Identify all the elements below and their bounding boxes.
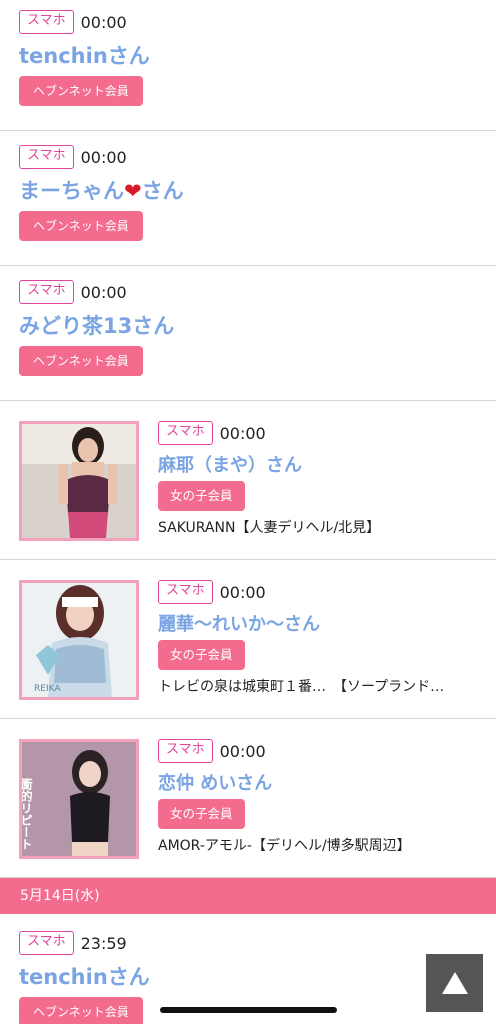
shop-link[interactable]: SAKURANN【人妻デリヘル/北見】 xyxy=(158,517,480,537)
heart-icon: ❤ xyxy=(124,179,142,203)
visitor-name-link[interactable]: まーちゃん❤さん xyxy=(19,175,184,205)
profile-thumbnail[interactable] xyxy=(19,421,139,541)
visitor-name-link[interactable]: 麗華〜れいか〜さん xyxy=(158,610,320,636)
visitor-entry: スマホ 00:00 麻耶（まや）さん 女の子会員 SAKURANN【人妻デリヘル… xyxy=(0,401,496,560)
home-indicator xyxy=(160,1007,337,1013)
visit-time: 00:00 xyxy=(80,147,127,167)
name-suffix: さん xyxy=(141,179,184,203)
member-badge: ヘブンネット会員 xyxy=(19,346,143,376)
member-badge: ヘブンネット会員 xyxy=(19,76,143,106)
device-badge: スマホ xyxy=(19,931,74,955)
visit-time: 00:00 xyxy=(219,741,266,761)
visit-time: 00:00 xyxy=(219,582,266,602)
thumb-logo-text: REIKA xyxy=(34,684,61,694)
visit-time: 00:00 xyxy=(80,282,127,302)
visitor-name-link[interactable]: tenchinさん xyxy=(19,40,150,70)
visitor-name-link[interactable]: 恋仲 めいさん xyxy=(158,769,272,795)
member-badge: ヘブンネット会員 xyxy=(19,997,143,1024)
visitor-entry: スマホ 00:00 みどり茶13さん ヘブンネット会員 xyxy=(0,266,496,401)
visit-time: 23:59 xyxy=(80,933,127,953)
badge-line: スマホ 00:00 xyxy=(19,145,127,169)
profile-photo-icon: 衝的リピート xyxy=(22,742,136,856)
device-badge: スマホ xyxy=(19,145,74,169)
scroll-to-top-button[interactable] xyxy=(426,954,483,1012)
visitor-entry: スマホ 00:00 まーちゃん❤さん ヘブンネット会員 xyxy=(0,131,496,266)
member-badge: 女の子会員 xyxy=(158,640,245,670)
name-text: まーちゃん xyxy=(19,179,124,203)
device-badge: スマホ xyxy=(158,739,213,763)
date-header: 5月14日(水) xyxy=(0,878,496,914)
profile-photo-icon: REIKA xyxy=(22,583,136,697)
member-badge: 女の子会員 xyxy=(158,799,245,829)
device-badge: スマホ xyxy=(19,10,74,34)
badge-line: スマホ 00:00 xyxy=(158,739,266,763)
visit-time: 00:00 xyxy=(219,423,266,443)
profile-thumbnail[interactable]: 衝的リピート xyxy=(19,739,139,859)
badge-line: スマホ 00:00 xyxy=(19,280,127,304)
profile-thumbnail[interactable]: REIKA xyxy=(19,580,139,700)
visitor-entry: スマホ 00:00 tenchinさん ヘブンネット会員 xyxy=(0,0,496,131)
visitor-entry: REIKA スマホ 00:00 麗華〜れいか〜さん 女の子会員 トレビの泉は城東… xyxy=(0,560,496,719)
badge-line: スマホ 00:00 xyxy=(158,580,266,604)
badge-line: スマホ 00:00 xyxy=(19,10,127,34)
device-badge: スマホ xyxy=(19,280,74,304)
shop-link[interactable]: AMOR-アモル-【デリヘル/博多駅周辺】 xyxy=(158,835,480,855)
visit-time: 00:00 xyxy=(80,12,127,32)
member-badge: 女の子会員 xyxy=(158,481,245,511)
visitor-name-link[interactable]: みどり茶13さん xyxy=(19,310,174,340)
profile-photo-icon xyxy=(22,424,136,538)
device-badge: スマホ xyxy=(158,421,213,445)
badge-line: スマホ 23:59 xyxy=(19,931,127,955)
visitor-name-link[interactable]: 麻耶（まや）さん xyxy=(158,451,302,477)
badge-line: スマホ 00:00 xyxy=(158,421,266,445)
visitor-entry: 衝的リピート スマホ 00:00 恋仲 めいさん 女の子会員 AMOR-アモル-… xyxy=(0,719,496,878)
shop-link[interactable]: トレビの泉は城東町１番… 【ソープランド… xyxy=(158,676,480,696)
device-badge: スマホ xyxy=(158,580,213,604)
member-badge: ヘブンネット会員 xyxy=(19,211,143,241)
visitor-name-link[interactable]: tenchinさん xyxy=(19,961,150,991)
thumb-caption-text: 衝的リピート xyxy=(22,777,33,850)
triangle-up-icon xyxy=(441,972,468,994)
